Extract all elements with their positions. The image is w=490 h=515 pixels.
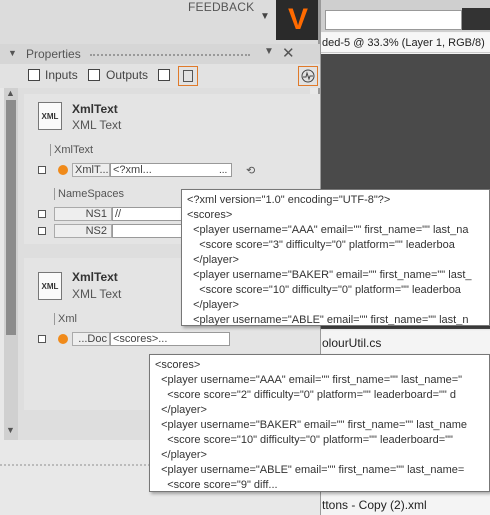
- port-dot[interactable]: [58, 334, 68, 344]
- tooltip-line: <scores>: [155, 359, 201, 371]
- ns-label: NS2: [54, 224, 112, 238]
- file-item[interactable]: olourUtil.cs: [322, 336, 381, 350]
- scroll-up-icon[interactable]: ▲: [6, 88, 15, 98]
- waveform-icon: [301, 69, 315, 83]
- feedback-link[interactable]: FEEDBACK: [188, 0, 254, 14]
- ns-value-field[interactable]: [112, 224, 182, 238]
- tooltip-line: <player username="BAKER" email="" first_…: [187, 269, 472, 281]
- list-view-toggle[interactable]: [178, 66, 198, 86]
- background-dark-panel: [462, 8, 490, 30]
- ns-value-field[interactable]: //: [112, 207, 182, 221]
- xml-file-icon: XML: [38, 102, 62, 130]
- section-label: XmlText: [50, 144, 93, 156]
- port-checkbox[interactable]: [38, 166, 46, 174]
- node-title: XmlText: [72, 270, 118, 284]
- port-dot[interactable]: [58, 165, 68, 175]
- port-value-field[interactable]: <scores>...: [110, 332, 230, 346]
- port-checkbox[interactable]: [38, 227, 46, 235]
- xml-preview-tooltip: <?xml version="1.0" encoding="UTF-8"?> <s…: [181, 189, 490, 326]
- port-value-text: <?xml...: [113, 164, 152, 176]
- background-input[interactable]: [325, 10, 462, 30]
- split-view-icon[interactable]: [158, 69, 170, 81]
- dropdown-button[interactable]: ▼: [256, 8, 274, 26]
- port-label: XmlT...: [72, 163, 110, 177]
- signal-toggle[interactable]: [298, 66, 318, 86]
- reset-icon[interactable]: ⟲: [246, 164, 255, 177]
- outputs-icon[interactable]: [88, 69, 100, 81]
- panel-title: Properties: [26, 47, 81, 61]
- pin-icon[interactable]: ▼: [264, 46, 274, 57]
- tooltip-line: </player>: [155, 404, 207, 416]
- drag-grip[interactable]: [90, 54, 250, 60]
- tooltip-line: <score score="3" difficulty="0" platform…: [187, 239, 455, 251]
- tooltip-line: <?xml version="1.0" encoding="UTF-8"?>: [187, 194, 391, 206]
- tooltip-line: <score score="10" difficulty="0" platfor…: [187, 284, 461, 296]
- tooltip-line: <score score="2" difficulty="0" platform…: [155, 389, 456, 401]
- section-label: Xml: [54, 313, 77, 325]
- ellipsis-button[interactable]: ...: [219, 164, 227, 176]
- tooltip-line: </player>: [155, 449, 207, 461]
- collapse-arrow-icon[interactable]: ▼: [8, 48, 17, 58]
- port-checkbox[interactable]: [38, 210, 46, 218]
- document-tab[interactable]: ded-5 @ 33.3% (Layer 1, RGB/8): [320, 33, 490, 53]
- scrollbar-thumb[interactable]: [6, 100, 16, 335]
- inputs-icon[interactable]: [28, 69, 40, 81]
- tooltip-line: </player>: [187, 254, 239, 266]
- xml-file-icon: XML: [38, 272, 62, 300]
- port-label: ...Doc: [72, 332, 110, 346]
- port-checkbox[interactable]: [38, 335, 46, 343]
- close-icon[interactable]: ✕: [282, 44, 295, 62]
- app-logo: V: [276, 0, 320, 40]
- tooltip-line: <score score="9" diff...: [155, 479, 278, 491]
- xml-preview-tooltip: <scores> <player username="AAA" email=""…: [149, 354, 490, 492]
- tooltip-line: <player username="AAA" email="" first_na…: [155, 374, 463, 386]
- node-subtitle: XML Text: [72, 287, 122, 301]
- tooltip-line: </player>: [187, 299, 239, 311]
- tooltip-line: <player username="BAKER" email="" first_…: [155, 419, 468, 431]
- tooltip-line: <scores>: [187, 209, 233, 221]
- port-value-field[interactable]: <?xml... ...: [110, 163, 232, 177]
- scroll-down-icon[interactable]: ▼: [6, 425, 15, 435]
- section-label: NameSpaces: [54, 188, 124, 200]
- tooltip-line: <player username="AAA" email="" first_na…: [187, 224, 469, 236]
- node-title: XmlText: [72, 102, 118, 116]
- list-icon: [183, 70, 193, 82]
- outputs-label[interactable]: Outputs: [106, 68, 148, 82]
- ns-label: NS1: [54, 207, 112, 221]
- node-subtitle: XML Text: [72, 118, 122, 132]
- tooltip-line: <player username="ABLE" email="" first_n…: [187, 314, 469, 326]
- tooltip-line: <score score="10" difficulty="0" platfor…: [155, 434, 453, 446]
- tooltip-line: <player username="ABLE" email="" first_n…: [155, 464, 465, 476]
- file-item[interactable]: ttons - Copy (2).xml: [322, 498, 427, 512]
- inputs-label[interactable]: Inputs: [45, 68, 78, 82]
